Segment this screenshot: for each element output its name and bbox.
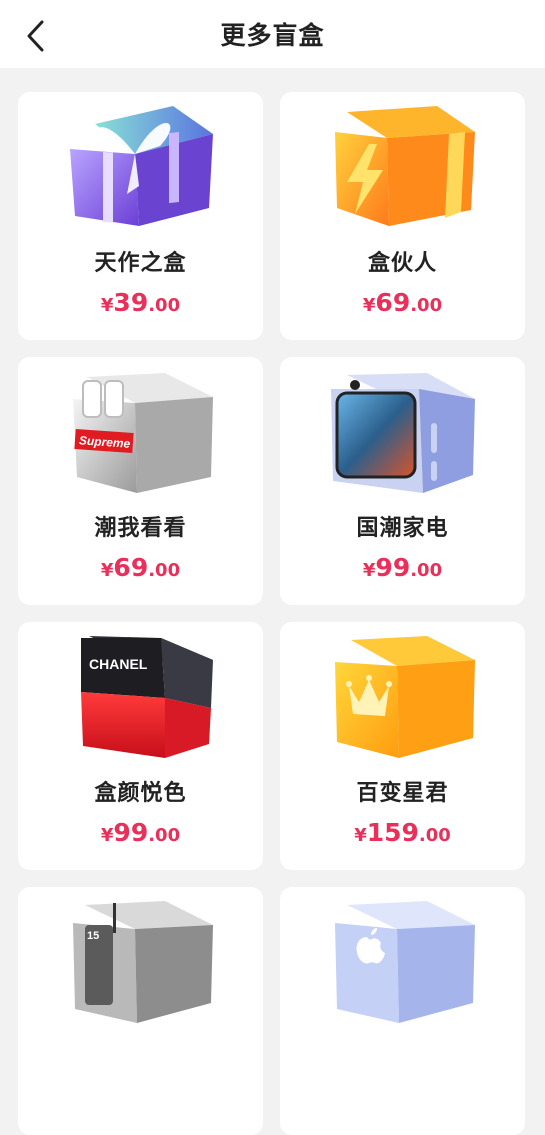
- product-name: 盒伙人: [367, 251, 437, 276]
- price-integer: 99: [113, 818, 149, 847]
- crown-box-icon: [335, 636, 475, 758]
- product-price: ¥159.00: [280, 818, 525, 847]
- price-decimal: .00: [410, 560, 443, 581]
- product-name: 潮我看看: [94, 516, 187, 541]
- gift-box-icon: [70, 106, 213, 226]
- price-decimal: .00: [148, 825, 181, 846]
- svg-text:15: 15: [87, 930, 99, 942]
- phone-box-icon: 15: [73, 901, 213, 1023]
- price-integer: 99: [375, 553, 411, 582]
- product-grid: 天作之盒 ¥39.00 盒伙人 ¥69.00 Supreme 潮我看看 ¥69.…: [18, 92, 525, 1135]
- product-name: 国潮家电: [356, 516, 449, 541]
- price-currency: ¥: [100, 825, 114, 846]
- product-card[interactable]: Supreme 潮我看看 ¥69.00: [18, 357, 263, 605]
- product-card[interactable]: 百变星君 ¥159.00: [280, 622, 525, 870]
- price-decimal: .00: [410, 295, 443, 316]
- product-name: 天作之盒: [94, 251, 187, 276]
- price-currency: ¥: [100, 295, 114, 316]
- product-card[interactable]: 国潮家电 ¥99.00: [280, 357, 525, 605]
- price-decimal: .00: [148, 560, 181, 581]
- product-card[interactable]: 盒伙人 ¥69.00: [280, 92, 525, 340]
- price-integer: 159: [366, 818, 419, 847]
- apple-box-icon: [335, 901, 475, 1023]
- price-decimal: .00: [148, 295, 181, 316]
- product-name: 盒颜悦色: [94, 781, 187, 806]
- product-card[interactable]: [280, 887, 525, 1135]
- product-price: ¥39.00: [18, 288, 263, 317]
- price-currency: ¥: [362, 295, 376, 316]
- product-price: ¥69.00: [280, 288, 525, 317]
- product-price: ¥99.00: [18, 818, 263, 847]
- chevron-left-icon: [27, 20, 44, 52]
- price-decimal: .00: [418, 825, 451, 846]
- svg-text:CHANEL: CHANEL: [89, 656, 148, 672]
- header: 更多盲盒: [0, 0, 545, 68]
- price-currency: ¥: [100, 560, 114, 581]
- product-price: ¥69.00: [18, 553, 263, 582]
- product-card[interactable]: 15: [18, 887, 263, 1135]
- back-button[interactable]: [22, 20, 50, 52]
- price-currency: ¥: [354, 825, 367, 846]
- price-currency: ¥: [362, 560, 376, 581]
- page-title: 更多盲盒: [220, 21, 325, 50]
- chanel-box-icon: CHANEL: [81, 636, 213, 758]
- supreme-box-icon: Supreme: [73, 373, 213, 493]
- price-integer: 69: [375, 288, 411, 317]
- product-price: ¥99.00: [280, 553, 525, 582]
- appliance-box-icon: [331, 373, 475, 493]
- lightning-box-icon: [335, 106, 475, 226]
- product-card[interactable]: 天作之盒 ¥39.00: [18, 92, 263, 340]
- product-card[interactable]: CHANEL 盒颜悦色 ¥99.00: [18, 622, 263, 870]
- price-integer: 39: [113, 288, 149, 317]
- product-name: 百变星君: [356, 781, 449, 806]
- price-integer: 69: [113, 553, 149, 582]
